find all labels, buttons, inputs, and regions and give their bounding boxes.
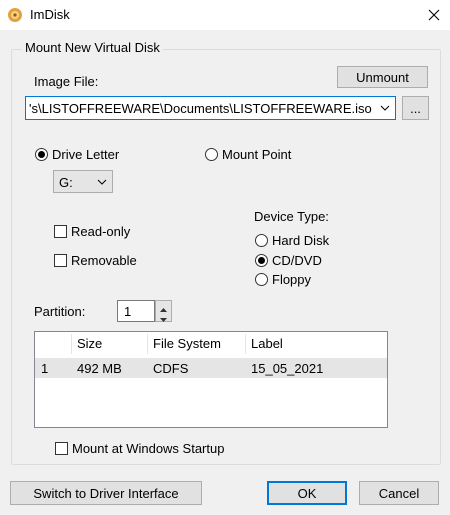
partitions-list[interactable]: Size File System Label 1 492 MB CDFS 15_…: [34, 331, 388, 428]
ok-button[interactable]: OK: [267, 481, 347, 505]
readonly-checkbox[interactable]: [54, 225, 67, 238]
image-file-label: Image File:: [34, 74, 99, 89]
column-header-size[interactable]: Size: [71, 332, 147, 356]
mount-at-startup-label: Mount at Windows Startup: [72, 441, 225, 456]
cd-dvd-radio[interactable]: [255, 254, 268, 267]
drive-letter-value: G:: [59, 175, 73, 190]
browse-button-label: ...: [410, 100, 421, 116]
row-label-cell: 15_05_2021: [251, 361, 324, 376]
ok-button-label: OK: [297, 485, 317, 501]
mount-point-radio[interactable]: [205, 148, 218, 161]
imdisk-app-icon: [7, 7, 23, 23]
group-legend: Mount New Virtual Disk: [22, 40, 163, 55]
row-index-cell: 1: [41, 361, 49, 376]
cd-dvd-label: CD/DVD: [272, 253, 322, 268]
close-icon: [428, 9, 440, 21]
removable-label: Removable: [71, 253, 137, 268]
readonly-label: Read-only: [71, 224, 131, 239]
partition-input[interactable]: 1: [117, 300, 155, 322]
row-file-system-cell: CDFS: [153, 361, 189, 376]
hard-disk-label: Hard Disk: [272, 233, 330, 248]
device-type-label: Device Type:: [254, 209, 329, 224]
floppy-radio[interactable]: [255, 273, 268, 286]
floppy-label: Floppy: [272, 272, 312, 287]
chevron-down-icon[interactable]: [379, 102, 393, 116]
cancel-button[interactable]: Cancel: [359, 481, 439, 505]
partitions-list-header: Size File System Label: [35, 332, 387, 356]
spinner-down-icon[interactable]: [159, 312, 168, 327]
partition-label: Partition:: [34, 304, 86, 319]
unmount-button[interactable]: Unmount: [337, 66, 428, 88]
row-size-cell: 492 MB: [77, 361, 122, 376]
column-header-index[interactable]: [35, 332, 71, 356]
partition-spinner[interactable]: [155, 300, 172, 322]
window-title: ImDisk: [30, 7, 70, 22]
close-button[interactable]: [418, 0, 450, 30]
image-file-path: 's\LISTOFFREEWARE\Documents\LISTOFFREEWA…: [29, 101, 372, 116]
drive-letter-label: Drive Letter: [52, 147, 120, 162]
switch-driver-interface-label: Switch to Driver Interface: [33, 485, 179, 501]
drive-letter-select[interactable]: G:: [53, 170, 113, 193]
partition-value: 1: [124, 304, 132, 319]
chevron-down-icon: [96, 176, 108, 191]
switch-driver-interface-button[interactable]: Switch to Driver Interface: [10, 481, 202, 505]
mount-at-startup-checkbox[interactable]: [55, 442, 68, 455]
image-file-combobox[interactable]: 's\LISTOFFREEWARE\Documents\LISTOFFREEWA…: [25, 96, 396, 120]
mount-point-label: Mount Point: [222, 147, 292, 162]
column-header-file-system[interactable]: File System: [147, 332, 245, 356]
table-row[interactable]: 1 492 MB CDFS 15_05_2021: [35, 358, 387, 378]
cancel-button-label: Cancel: [378, 485, 420, 501]
browse-button[interactable]: ...: [402, 96, 429, 120]
removable-checkbox[interactable]: [54, 254, 67, 267]
hard-disk-radio[interactable]: [255, 234, 268, 247]
drive-letter-radio[interactable]: [35, 148, 48, 161]
unmount-button-label: Unmount: [356, 69, 409, 85]
column-header-label[interactable]: Label: [245, 332, 387, 356]
